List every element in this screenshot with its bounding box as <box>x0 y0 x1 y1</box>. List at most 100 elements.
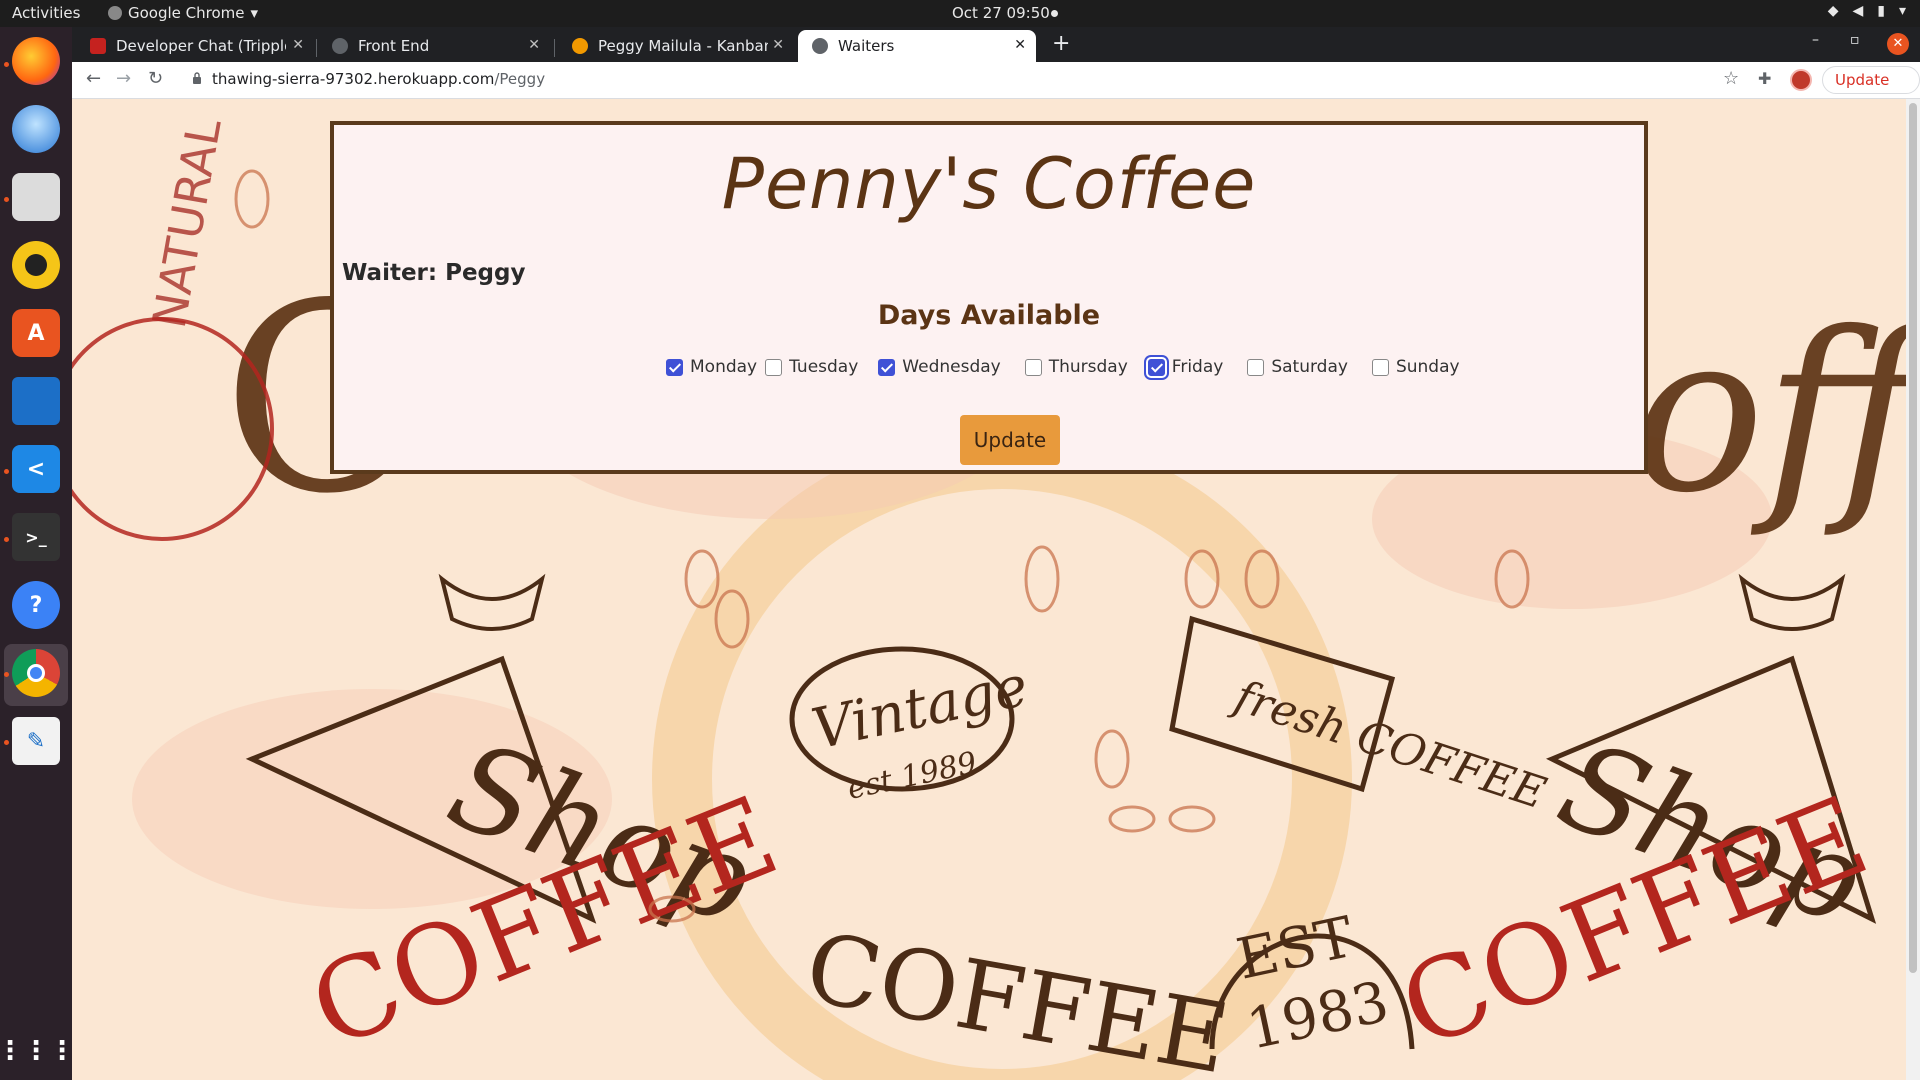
scrollbar-thumb[interactable] <box>1909 103 1917 973</box>
monday-checkbox[interactable] <box>666 358 683 376</box>
writer-icon[interactable] <box>12 377 60 425</box>
page-scrollbar[interactable] <box>1906 99 1920 1080</box>
day-label: Saturday <box>1271 357 1348 377</box>
tab-front-end[interactable]: Front End ✕ <box>318 30 550 62</box>
tab-waiters[interactable]: Waiters ✕ <box>798 30 1036 62</box>
tab-separator <box>554 39 555 57</box>
profile-avatar[interactable] <box>1790 69 1812 91</box>
app-menu-label: Google Chrome <box>128 4 245 22</box>
running-indicator <box>4 672 9 677</box>
tab-strip: Developer Chat (Tripplo) ✕ Front End ✕ P… <box>72 27 1920 62</box>
wifi-icon: ◆ <box>1827 3 1839 19</box>
running-indicator <box>4 469 9 474</box>
tab-separator <box>316 39 317 57</box>
day-label: Friday <box>1171 357 1224 377</box>
chrome-update-label: Update <box>1835 71 1890 89</box>
day-wednesday[interactable]: Wednesday <box>878 357 1001 377</box>
loading-icon <box>332 38 348 54</box>
running-indicator <box>4 62 9 67</box>
day-label: Tuesday <box>789 357 859 377</box>
close-tab-icon[interactable]: ✕ <box>292 37 304 53</box>
caret-down-icon: ▾ <box>250 4 259 22</box>
browser-window: Developer Chat (Tripplo) ✕ Front End ✕ P… <box>72 27 1920 1080</box>
browser-toolbar: ← → ↻ thawing-sierra-97302.herokuapp.com… <box>72 62 1920 115</box>
day-label: Wednesday <box>902 357 1001 377</box>
gmail-icon <box>90 38 106 54</box>
globe-icon <box>812 38 828 54</box>
thunderbird-icon[interactable] <box>12 105 60 153</box>
tab-kanban[interactable]: Peggy Mailula - KanbanFl ✕ <box>558 30 794 62</box>
clock[interactable]: Oct 27 09:50 <box>952 4 1050 22</box>
running-indicator <box>4 740 9 745</box>
show-apps-icon[interactable]: ⋮⋮⋮ <box>0 1027 75 1075</box>
close-tab-icon[interactable]: ✕ <box>528 37 540 53</box>
friday-checkbox[interactable] <box>1147 358 1165 376</box>
wednesday-checkbox[interactable] <box>878 358 896 376</box>
day-sunday[interactable]: Sunday <box>1371 357 1460 377</box>
chrome-small-icon <box>108 6 122 20</box>
close-tab-icon[interactable]: ✕ <box>1014 37 1026 53</box>
tab-title: Front End <box>358 37 430 55</box>
reload-icon[interactable]: ↻ <box>148 68 163 89</box>
svg-text:offe: offe <box>1632 285 1920 541</box>
new-tab-icon[interactable]: + <box>1052 31 1070 56</box>
restore-icon[interactable]: ▫ <box>1850 32 1860 48</box>
day-label: Sunday <box>1395 357 1460 377</box>
page-title: Penny's Coffee <box>721 143 1257 225</box>
help-icon[interactable]: ? <box>12 581 60 629</box>
files-icon[interactable] <box>12 173 60 221</box>
chrome-icon[interactable] <box>12 649 60 697</box>
url-path: /Peggy <box>494 70 546 88</box>
update-button[interactable]: Update <box>960 415 1060 465</box>
tab-title: Peggy Mailula - KanbanFl <box>598 37 768 55</box>
text-editor-icon[interactable]: ✎ <box>12 717 60 765</box>
day-thursday[interactable]: Thursday <box>1024 357 1128 377</box>
minimize-icon[interactable]: – <box>1812 32 1819 48</box>
kanban-icon <box>572 38 588 54</box>
terminal-icon[interactable]: >_ <box>12 513 60 561</box>
software-icon[interactable]: A <box>12 309 60 357</box>
day-friday[interactable]: Friday <box>1147 357 1224 377</box>
vscode-icon[interactable]: < <box>12 445 60 493</box>
address-bar[interactable]: thawing-sierra-97302.herokuapp.com/Peggy <box>212 70 545 88</box>
close-window-icon[interactable]: ✕ <box>1887 33 1909 55</box>
day-tuesday[interactable]: Tuesday <box>765 357 858 377</box>
url-host: thawing-sierra-97302.herokuapp.com <box>212 70 495 88</box>
running-indicator <box>4 197 9 202</box>
waiter-card: Penny's Coffee Waiter: Peggy Days Availa… <box>330 121 1648 474</box>
thursday-checkbox[interactable] <box>1024 358 1042 376</box>
page-viewport: C offe NATURAL Shop Shop Vintage est 198… <box>72 99 1920 1080</box>
back-icon[interactable]: ← <box>86 68 101 89</box>
bookmark-star-icon[interactable]: ☆ <box>1723 68 1739 89</box>
firefox-icon[interactable] <box>12 37 60 85</box>
days-checkbox-group: Monday Tuesday Wednesday Thursday Friday… <box>666 357 1468 377</box>
app-menu[interactable]: Google Chrome ▾ <box>108 4 258 22</box>
extensions-icon[interactable]: ✚ <box>1758 69 1771 88</box>
tab-developer-chat[interactable]: Developer Chat (Tripplo) ✕ <box>76 30 314 62</box>
days-available-heading: Days Available <box>877 300 1101 331</box>
notification-dot <box>1051 10 1058 17</box>
saturday-checkbox[interactable] <box>1247 358 1265 376</box>
tray-menu-icon: ▾ <box>1898 3 1906 19</box>
tab-title: Developer Chat (Tripplo) <box>116 37 286 55</box>
close-tab-icon[interactable]: ✕ <box>772 37 784 53</box>
day-saturday[interactable]: Saturday <box>1247 357 1348 377</box>
volume-icon: ◀ <box>1852 3 1864 19</box>
tab-title: Waiters <box>838 37 895 55</box>
day-label: Monday <box>690 357 758 377</box>
lock-icon[interactable] <box>192 72 202 84</box>
day-label: Thursday <box>1048 357 1128 377</box>
running-indicator <box>4 537 9 542</box>
tuesday-checkbox[interactable] <box>765 358 783 376</box>
forward-icon[interactable]: → <box>116 68 131 89</box>
day-monday[interactable]: Monday <box>666 357 757 377</box>
rhythmbox-icon[interactable] <box>12 241 60 289</box>
waiter-name-heading: Waiter: Peggy <box>342 260 526 286</box>
system-top-bar: Activities Google Chrome ▾ Oct 27 09:50 … <box>0 0 1920 27</box>
battery-icon: ▮ <box>1877 3 1885 19</box>
dock: A < >_ ? ✎ ⋮⋮⋮ <box>0 27 75 1080</box>
chrome-update-button[interactable]: Update ⋮ <box>1822 66 1920 115</box>
activities-button[interactable]: Activities <box>12 4 80 22</box>
system-tray[interactable]: ◆ ◀ ▮ ▾ <box>1828 3 1906 19</box>
sunday-checkbox[interactable] <box>1371 358 1389 376</box>
